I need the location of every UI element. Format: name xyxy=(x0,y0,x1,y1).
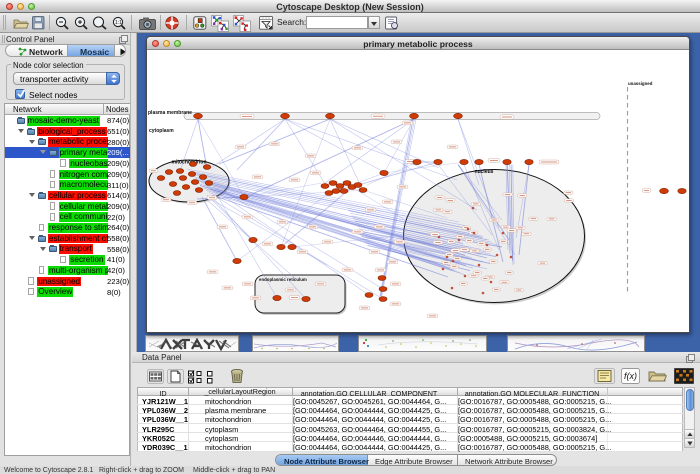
svg-text:endoplasmic reticulum: endoplasmic reticulum xyxy=(259,277,307,282)
svg-text:cytoplasm: cytoplasm xyxy=(149,128,174,134)
svg-text:f(x): f(x) xyxy=(624,371,637,381)
svg-text:nucleus: nucleus xyxy=(475,169,494,175)
svg-text:unassigned: unassigned xyxy=(628,81,653,86)
svg-text:1:1: 1:1 xyxy=(115,20,122,26)
svg-text:mitochondrion: mitochondrion xyxy=(172,160,207,166)
svg-text:plasma membrane: plasma membrane xyxy=(148,110,192,116)
